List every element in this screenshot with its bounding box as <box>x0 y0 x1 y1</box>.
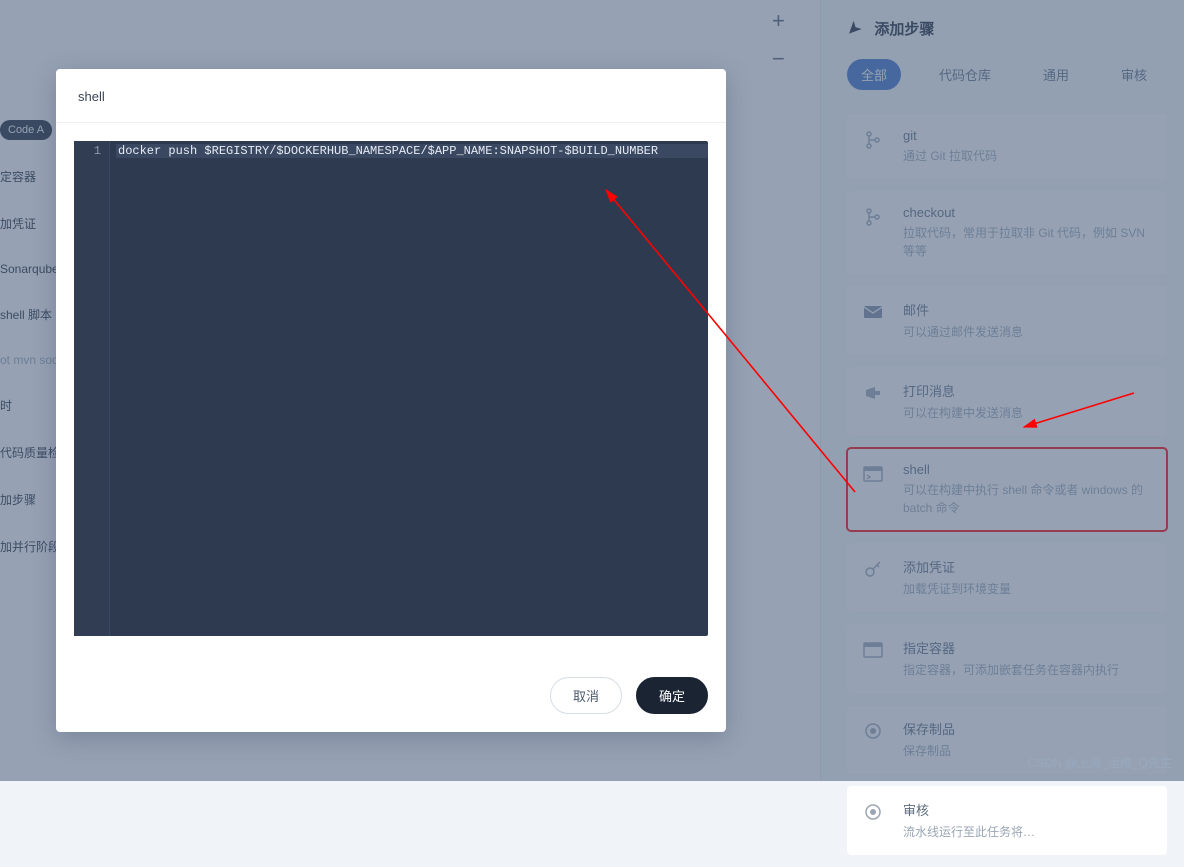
code-editor[interactable]: 1 docker push $REGISTRY/$DOCKERHUB_NAMES… <box>74 141 708 636</box>
step-review[interactable]: 审核 流水线运行至此任务将… <box>847 786 1167 855</box>
confirm-button[interactable]: 确定 <box>636 677 708 714</box>
watermark: CSDN @上海_运维_Q先生 <box>1028 754 1172 771</box>
cancel-button[interactable]: 取消 <box>550 677 622 714</box>
editor-content[interactable]: docker push $REGISTRY/$DOCKERHUB_NAMESPA… <box>110 141 708 636</box>
line-number: 1 <box>74 144 101 158</box>
modal-title: shell <box>56 69 726 123</box>
step-title: 审核 <box>903 800 1035 819</box>
code-line: docker push $REGISTRY/$DOCKERHUB_NAMESPA… <box>116 144 708 158</box>
modal-body: 1 docker push $REGISTRY/$DOCKERHUB_NAMES… <box>56 123 726 665</box>
editor-gutter: 1 <box>74 141 110 636</box>
record-icon <box>861 800 885 824</box>
modal-footer: 取消 确定 <box>56 665 726 732</box>
shell-modal: shell 1 docker push $REGISTRY/$DOCKERHUB… <box>56 69 726 732</box>
step-desc: 流水线运行至此任务将… <box>903 823 1035 841</box>
